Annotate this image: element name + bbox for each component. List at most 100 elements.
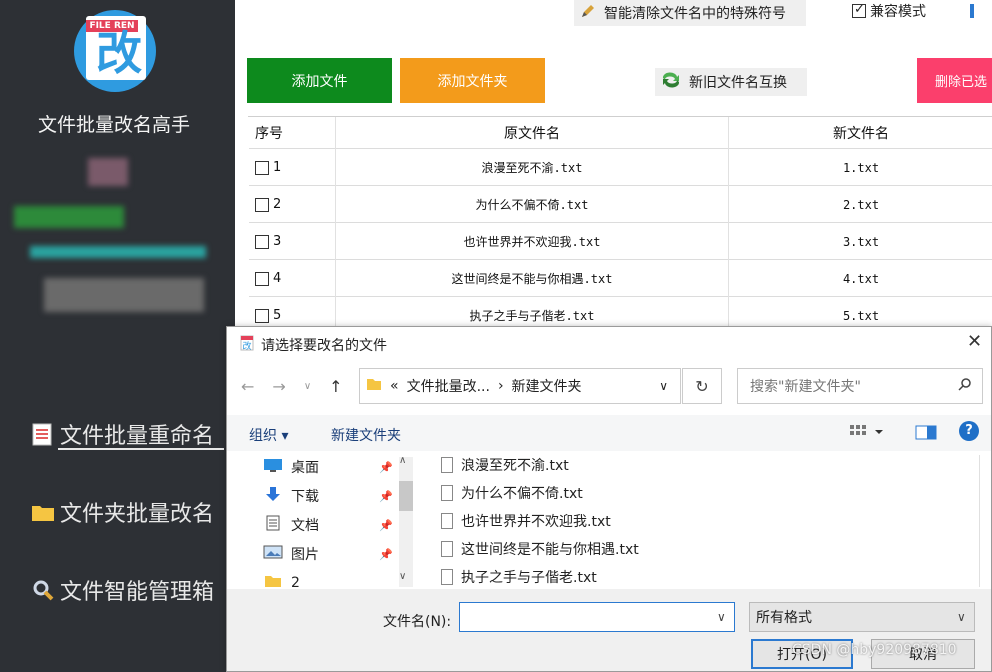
filename-input[interactable] — [459, 602, 735, 632]
row-number-cell: 3 — [249, 223, 336, 260]
table-row[interactable]: 2 为什么不偏不倚.txt 2.txt — [249, 186, 992, 223]
row-number: 1 — [273, 160, 282, 175]
scroll-up-icon[interactable]: ∧ — [399, 455, 406, 466]
blurred-user-info-4 — [44, 278, 204, 312]
history-dropdown-icon[interactable]: ∨ — [304, 381, 311, 396]
active-nav-underline — [58, 448, 224, 450]
table-row[interactable]: 1 浪漫至死不渝.txt 1.txt — [249, 149, 992, 186]
compat-checkbox-box[interactable] — [852, 2, 866, 18]
text-file-icon — [441, 513, 453, 529]
help-icon[interactable]: ? — [959, 421, 979, 441]
address-bar[interactable]: « 文件批量改... › 新建文件夹 ∨ — [359, 368, 681, 404]
file-name: 为什么不偏不倚.txt — [461, 486, 583, 502]
new-name-cell: 3.txt — [842, 234, 880, 249]
delete-selected-button[interactable]: 删除已选 — [917, 58, 992, 103]
app-title: 文件批量改名高手 — [37, 114, 190, 136]
scroll-down-icon[interactable]: ∨ — [399, 571, 406, 582]
nav-item-folder-rename[interactable]: 文件夹批量改名 — [30, 496, 214, 528]
list-item[interactable]: 这世间终是不能与你相遇.txt — [441, 539, 639, 559]
add-folder-button[interactable]: 添加文件夹 — [400, 58, 545, 103]
list-item[interactable]: 也许世界并不欢迎我.txt — [441, 511, 611, 531]
pin-icon: 📌 — [379, 548, 393, 561]
back-arrow-icon[interactable]: ← — [241, 377, 254, 396]
clean-special-chars-label: 智能清除文件名中的特殊符号 — [604, 6, 786, 22]
history-nav: ← → ∨ ↑ — [241, 377, 343, 396]
tree-item-label: 下载 — [291, 489, 319, 505]
app-small-icon: 改 — [239, 335, 255, 355]
swap-icon — [661, 72, 681, 92]
nav-item-label: 文件夹批量改名 — [60, 502, 215, 527]
svg-text:改: 改 — [242, 340, 251, 351]
up-arrow-icon[interactable]: ↑ — [329, 377, 342, 396]
tree-item-documents[interactable]: 文档 — [263, 515, 319, 535]
row-checkbox[interactable] — [255, 234, 269, 249]
view-options-icon[interactable] — [849, 423, 885, 445]
swap-names-button[interactable]: 新旧文件名互换 — [655, 68, 807, 96]
clean-special-chars-button[interactable]: 智能清除文件名中的特殊符号 — [574, 0, 806, 26]
search-placeholder: 搜索"新建文件夹" — [750, 379, 861, 395]
add-file-button[interactable]: 添加文件 — [247, 58, 392, 103]
tree-item-desktop[interactable]: 桌面 — [263, 457, 319, 477]
file-name: 浪漫至死不渝.txt — [461, 458, 569, 474]
refresh-icon[interactable]: ↻ — [682, 368, 722, 404]
folder-icon — [30, 499, 56, 525]
row-number: 2 — [273, 197, 282, 212]
tree-item-label: 图片 — [291, 547, 319, 563]
row-checkbox[interactable] — [255, 271, 269, 286]
picture-icon — [263, 544, 283, 564]
file-type-value: 所有格式 — [756, 610, 812, 626]
row-checkbox[interactable] — [255, 160, 269, 175]
address-prefix: « — [390, 378, 399, 394]
blurred-user-info-2 — [14, 206, 124, 228]
list-item[interactable]: 执子之手与子偕老.txt — [441, 567, 597, 587]
tree-scrollbar-thumb[interactable] — [399, 481, 413, 511]
original-name-cell: 浪漫至死不渝.txt — [336, 149, 729, 186]
dialog-title-bar: 改 请选择要改名的文件 — [239, 335, 387, 355]
table-row[interactable]: 4 这世间终是不能与你相遇.txt 4.txt — [249, 260, 992, 297]
tree-scrollbar[interactable] — [399, 457, 413, 587]
nav-item-file-manager[interactable]: 文件智能管理箱 — [30, 574, 214, 606]
file-list-scrollbar[interactable] — [979, 455, 991, 587]
row-number: 5 — [273, 308, 282, 323]
pin-icon: 📌 — [379, 490, 393, 503]
close-icon[interactable]: ✕ — [967, 331, 982, 352]
row-number: 3 — [273, 234, 282, 249]
nav-item-label: 文件批量重命名 — [60, 424, 215, 449]
list-item[interactable]: 为什么不偏不倚.txt — [441, 483, 583, 503]
nav-item-file-rename[interactable]: 文件批量重命名 — [30, 418, 214, 450]
preview-pane-icon[interactable] — [915, 424, 937, 444]
swap-names-label: 新旧文件名互换 — [689, 75, 787, 91]
compat-mode-checkbox[interactable]: 兼容模式 — [852, 0, 926, 22]
download-icon — [263, 486, 283, 506]
row-number-cell: 2 — [249, 186, 336, 223]
tree-item-downloads[interactable]: 下载 — [263, 486, 319, 506]
document-icon — [263, 515, 283, 535]
header-new-name: 新文件名 — [833, 126, 889, 142]
pen-icon — [580, 3, 596, 23]
tree-item-label: 桌面 — [291, 460, 319, 476]
tree-item-pictures[interactable]: 图片 — [263, 544, 319, 564]
row-number-cell: 4 — [249, 260, 336, 297]
file-table: 序号 原文件名 新文件名 1 浪漫至死不渝.txt 1.txt 2 为什么不偏不… — [248, 116, 992, 334]
table-row[interactable]: 3 也许世界并不欢迎我.txt 3.txt — [249, 223, 992, 260]
chevron-down-icon[interactable]: ∨ — [957, 610, 966, 624]
organize-menu[interactable]: 组织 ▾ — [249, 425, 288, 445]
chevron-down-icon[interactable]: ∨ — [659, 379, 668, 393]
original-name-cell: 这世间终是不能与你相遇.txt — [336, 260, 729, 297]
dialog-title: 请选择要改名的文件 — [261, 338, 387, 354]
breadcrumb-item[interactable]: 新建文件夹 — [512, 376, 582, 396]
file-type-select[interactable]: 所有格式 — [749, 602, 975, 632]
pin-icon: 📌 — [379, 519, 393, 532]
breadcrumb-item[interactable]: 文件批量改... — [407, 376, 490, 396]
file-name: 执子之手与子偕老.txt — [461, 570, 597, 586]
topbar-overflow-item — [970, 4, 974, 18]
search-input[interactable]: 搜索"新建文件夹" — [737, 368, 983, 404]
folder-icon — [366, 376, 382, 396]
forward-arrow-icon[interactable]: → — [272, 377, 285, 396]
row-checkbox[interactable] — [255, 197, 269, 212]
list-item[interactable]: 浪漫至死不渝.txt — [441, 455, 569, 475]
chevron-down-icon[interactable]: ∨ — [717, 610, 726, 624]
row-checkbox[interactable] — [255, 308, 269, 323]
watermark: CSDN @hby920987810 — [792, 642, 957, 658]
new-folder-button[interactable]: 新建文件夹 — [331, 425, 401, 445]
